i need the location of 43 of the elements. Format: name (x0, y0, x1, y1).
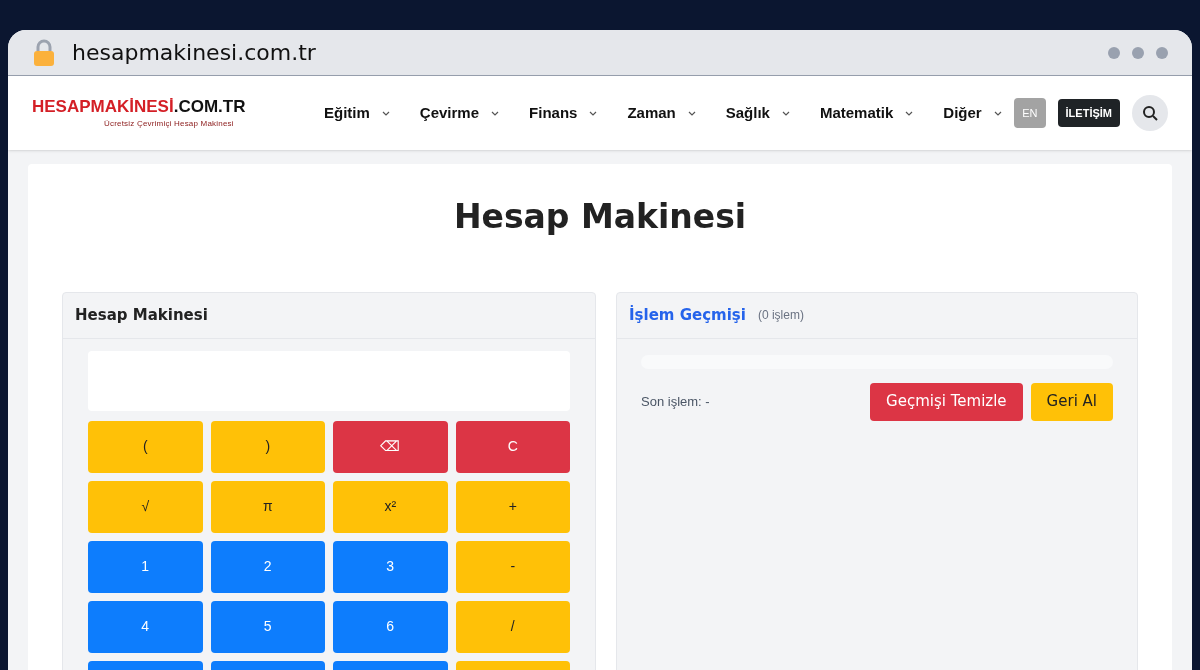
history-count: (0 işlem) (757, 307, 804, 324)
chevron-down-icon (491, 110, 500, 116)
calculator-key[interactable]: ( (88, 420, 203, 473)
calculator-key[interactable]: 2 (210, 540, 325, 593)
chevron-down-icon (993, 110, 1002, 116)
panel-title: Hesap Makinesi (75, 304, 208, 326)
calculator-key[interactable]: - (455, 540, 570, 593)
contact-button[interactable]: İLETİŞİM (1057, 99, 1120, 127)
search-icon (1142, 105, 1158, 121)
address-bar-url[interactable]: hesapmakinesi.com.tr (72, 36, 316, 69)
calculator-key[interactable]: π (210, 480, 325, 533)
calculator-key[interactable]: ⌫ (333, 420, 448, 473)
calculator-key[interactable]: √ (88, 480, 203, 533)
undo-button[interactable]: Geri Al (1030, 382, 1113, 421)
calculator-key[interactable]: 6 (333, 600, 448, 653)
calculator-key[interactable]: 4 (88, 600, 203, 653)
chevron-down-icon (589, 110, 598, 116)
chevron-down-icon (781, 110, 790, 116)
nav-menu-item[interactable]: Zaman (627, 101, 696, 125)
site-logo[interactable]: HESAPMAKİNESİ.COM.TR Ücretsiz Çevrimiçi Hesap Makinesi (32, 96, 302, 130)
calculator-key[interactable]: 5 (210, 600, 325, 653)
calculator-key[interactable]: + (455, 480, 570, 533)
last-operation-text: Son işlem: - (641, 392, 710, 411)
calculator-key[interactable]: C (455, 420, 570, 473)
chevron-down-icon (381, 110, 390, 116)
nav-menu-item[interactable]: Eğitim (324, 101, 390, 125)
search-button[interactable] (1132, 95, 1168, 131)
chevron-down-icon (687, 110, 696, 116)
calculator-key[interactable]: 1 (88, 540, 203, 593)
nav-menu-item[interactable]: Finans (529, 101, 598, 125)
panel-title: İşlem Geçmişi (629, 304, 746, 326)
calculator-key[interactable]: ) (210, 420, 325, 473)
calculator-key[interactable]: x² (333, 480, 448, 533)
nav-menu-item[interactable]: Sağlık (725, 101, 790, 125)
chevron-down-icon (905, 110, 914, 116)
nav-menu-item[interactable]: Çevirme (419, 101, 500, 125)
nav-menu-item[interactable]: Diğer (943, 101, 1002, 125)
padlock-icon (32, 38, 56, 67)
calculator-key[interactable]: / (455, 600, 570, 653)
nav-menu-item[interactable]: Matematik (819, 101, 914, 125)
page-title: Hesap Makinesi (452, 196, 748, 238)
clear-history-button[interactable]: Geçmişi Temizle (870, 382, 1023, 421)
calculator-key[interactable]: 3 (333, 540, 448, 593)
